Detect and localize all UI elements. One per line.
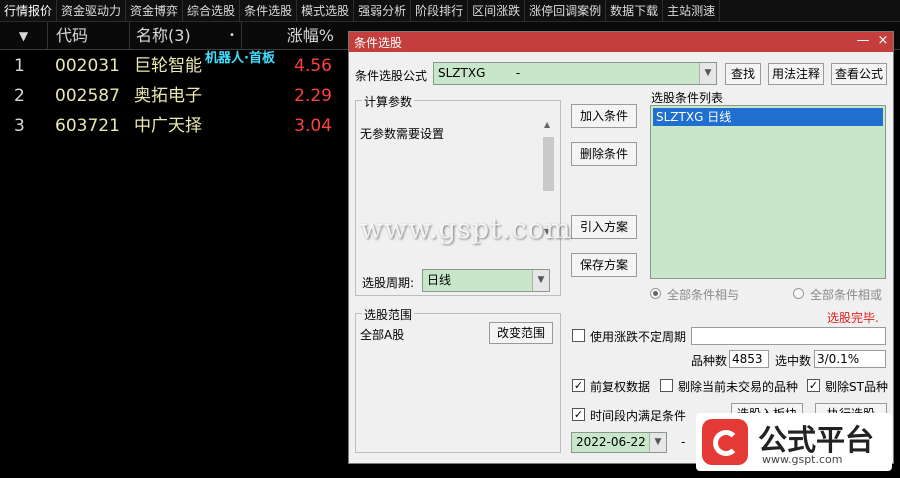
screen: 行情报价 资金驱动力 资金博弈 综合选股 条件选股 模式选股 强弱分析 阶段排行… bbox=[0, 0, 900, 478]
minimize-icon[interactable]: — bbox=[855, 33, 871, 49]
row-index: 1 bbox=[14, 56, 25, 76]
column-name[interactable]: 名称(3) bbox=[130, 22, 242, 50]
row-code: 002031 bbox=[55, 56, 120, 76]
params-text: 无参数需要设置 bbox=[360, 127, 445, 141]
row-index: 2 bbox=[14, 86, 25, 106]
row-name: 奥拓电子 bbox=[134, 86, 202, 106]
scroll-thumb[interactable] bbox=[543, 137, 554, 191]
robot-first-board-tag: 机器人·首板 bbox=[205, 51, 275, 66]
exclude-st-label: 剔除ST品种 bbox=[825, 380, 888, 394]
condition-list-title: 选股条件列表 bbox=[651, 91, 724, 105]
list-item[interactable]: SLZTXG 日线 bbox=[653, 108, 883, 126]
scroll-up-icon[interactable]: ▲ bbox=[544, 120, 550, 129]
column-change-pct[interactable]: 涨幅% bbox=[242, 22, 348, 50]
count-label: 品种数 bbox=[691, 354, 728, 368]
table-row[interactable]: 2 002587 奥拓电子 2.29 bbox=[0, 81, 348, 111]
forward-adjust-checkbox[interactable]: ✓ bbox=[572, 379, 585, 392]
menu-stage-ranking[interactable]: 阶段排行 bbox=[411, 0, 469, 22]
view-formula-button[interactable]: 查看公式 bbox=[831, 63, 887, 85]
formula-select-value: SLZTXG - bbox=[438, 66, 521, 80]
menu-capital-drive[interactable]: 资金驱动力 bbox=[57, 0, 127, 22]
params-group: 计算参数 无参数需要设置 ▲ ▼ 选股周期: 日线 ▼ bbox=[355, 93, 561, 296]
row-change-pct: 2.29 bbox=[294, 86, 332, 106]
exclude-untraded-label: 剔除当前未交易的品种 bbox=[678, 380, 799, 394]
usage-notes-button[interactable]: 用法注释 bbox=[768, 63, 824, 85]
scope-group-title: 选股范围 bbox=[362, 306, 415, 323]
menu-condition-select[interactable]: 条件选股 bbox=[240, 0, 298, 22]
radio-all-and[interactable] bbox=[650, 288, 661, 299]
chevron-down-icon[interactable]: ▼ bbox=[649, 433, 666, 452]
menu-comprehensive-select[interactable]: 综合选股 bbox=[183, 0, 241, 22]
formula-select[interactable]: SLZTXG - ▼ bbox=[433, 62, 717, 85]
menu-range-change[interactable]: 区间涨跌 bbox=[468, 0, 526, 22]
menu-limit-up-cases[interactable]: 涨停回调案例 bbox=[525, 0, 607, 22]
selected-label: 选中数 bbox=[775, 354, 812, 368]
start-date-value: 2022-06-22 bbox=[576, 435, 646, 449]
row-name: 中广天择 bbox=[134, 116, 202, 136]
row-index: 3 bbox=[14, 116, 25, 136]
table-row[interactable]: 1 002031 巨轮智能 4.56 bbox=[0, 51, 348, 81]
exclude-untraded-checkbox[interactable] bbox=[660, 379, 673, 392]
menu-speed-test[interactable]: 主站测速 bbox=[663, 0, 721, 22]
sort-arrow-icon[interactable]: ▼ bbox=[0, 22, 48, 50]
chevron-down-icon[interactable]: ▼ bbox=[532, 270, 549, 291]
row-code: 002587 bbox=[55, 86, 120, 106]
close-icon[interactable]: × bbox=[875, 33, 891, 49]
count-value: 4853 bbox=[729, 350, 769, 368]
scope-value: 全部A股 bbox=[360, 328, 405, 342]
logo-url: www.gspt.com bbox=[762, 453, 843, 466]
formula-label: 条件选股公式 bbox=[355, 69, 428, 83]
top-menu-bar: 行情报价 资金驱动力 资金博弈 综合选股 条件选股 模式选股 强弱分析 阶段排行… bbox=[0, 0, 900, 22]
exclude-st-checkbox[interactable]: ✓ bbox=[807, 379, 820, 392]
period-label: 选股周期: bbox=[362, 276, 415, 290]
condition-select-dialog: 条件选股 — × 条件选股公式 SLZTXG - ▼ 查找 用法注释 查看公式 … bbox=[348, 31, 894, 464]
column-dot-icon: • bbox=[229, 30, 235, 41]
menu-pattern-select[interactable]: 模式选股 bbox=[297, 0, 355, 22]
gspt-logo: 公式平台 www.gspt.com bbox=[696, 413, 892, 471]
date-range-dash: - bbox=[681, 435, 686, 449]
delete-condition-button[interactable]: 删除条件 bbox=[571, 142, 637, 166]
menu-quotes[interactable]: 行情报价 bbox=[0, 0, 58, 22]
row-change-pct: 3.04 bbox=[294, 116, 332, 136]
dialog-title: 条件选股 bbox=[354, 36, 403, 50]
column-code[interactable]: 代码 bbox=[48, 22, 130, 50]
irregular-period-label: 使用涨跌不定周期 bbox=[590, 330, 687, 344]
status-text: 选股完毕. bbox=[827, 311, 879, 325]
menu-strength-analysis[interactable]: 强弱分析 bbox=[354, 0, 412, 22]
selected-value: 3/0.1% bbox=[814, 350, 886, 368]
period-select[interactable]: 日线 ▼ bbox=[422, 269, 550, 292]
irregular-period-checkbox[interactable] bbox=[572, 329, 585, 342]
menu-capital-game[interactable]: 资金博弈 bbox=[126, 0, 184, 22]
radio-all-or[interactable] bbox=[793, 288, 804, 299]
period-condition-label: 时间段内满足条件 bbox=[590, 409, 687, 423]
dialog-titlebar[interactable]: 条件选股 — × bbox=[349, 32, 893, 52]
params-group-title: 计算参数 bbox=[362, 93, 415, 110]
menu-data-download[interactable]: 数据下载 bbox=[606, 0, 664, 22]
add-condition-button[interactable]: 加入条件 bbox=[571, 104, 637, 128]
forward-adjust-label: 前复权数据 bbox=[590, 380, 651, 394]
import-scheme-button[interactable]: 引入方案 bbox=[571, 215, 637, 239]
query-button[interactable]: 查找 bbox=[725, 63, 761, 85]
site-watermark: www.gspt.com bbox=[360, 214, 572, 245]
change-scope-button[interactable]: 改变范围 bbox=[489, 322, 553, 344]
start-date-picker[interactable]: 2022-06-22 ▼ bbox=[571, 432, 667, 453]
save-scheme-button[interactable]: 保存方案 bbox=[571, 253, 637, 277]
gspt-logo-icon bbox=[702, 419, 748, 465]
row-code: 603721 bbox=[55, 116, 120, 136]
condition-list[interactable]: SLZTXG 日线 bbox=[650, 105, 886, 279]
chevron-down-icon[interactable]: ▼ bbox=[699, 63, 716, 84]
scope-group: 选股范围 全部A股 改变范围 bbox=[355, 306, 561, 453]
radio-all-or-label: 全部条件相或 bbox=[810, 288, 883, 302]
table-row[interactable]: 3 603721 中广天择 3.04 bbox=[0, 111, 348, 141]
row-name: 巨轮智能 bbox=[134, 56, 202, 76]
period-select-value: 日线 bbox=[427, 273, 452, 287]
period-condition-checkbox[interactable]: ✓ bbox=[572, 408, 585, 421]
irregular-period-input[interactable] bbox=[691, 327, 886, 345]
radio-all-and-label: 全部条件相与 bbox=[667, 288, 740, 302]
